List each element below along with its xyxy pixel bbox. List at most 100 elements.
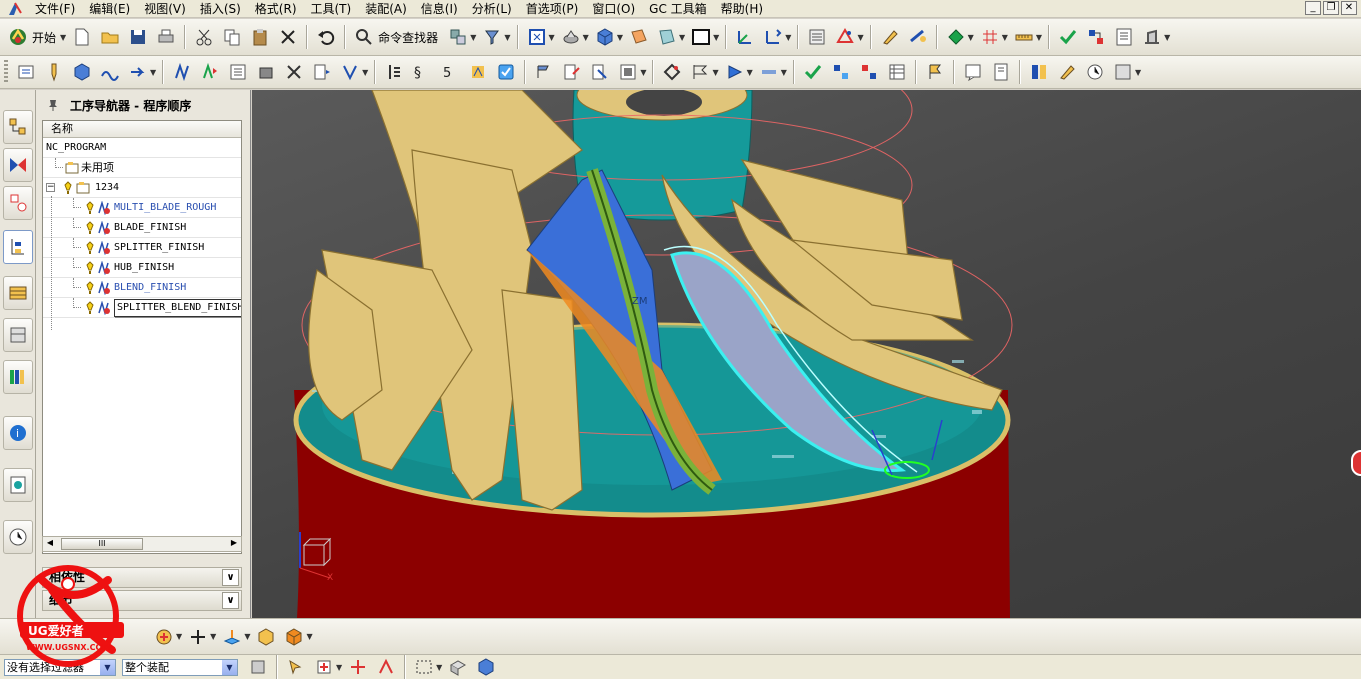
list-toolpath-icon[interactable] — [226, 60, 250, 84]
create-operation-icon[interactable] — [126, 60, 150, 84]
background-icon[interactable] — [689, 25, 713, 49]
new-file-icon[interactable] — [70, 25, 94, 49]
wcs-icon[interactable] — [733, 25, 757, 49]
workshop-doc-icon[interactable] — [338, 60, 362, 84]
tool-path-edit-icon[interactable] — [560, 60, 584, 84]
replay-toolpath-icon[interactable] — [198, 60, 222, 84]
copy-icon[interactable] — [220, 25, 244, 49]
operation-row[interactable]: MULTI_BLADE_ROUGH — [43, 198, 241, 218]
postprocess-icon[interactable] — [310, 60, 334, 84]
reorder-icon[interactable] — [857, 60, 881, 84]
operation-row[interactable]: BLADE_FINISH — [43, 218, 241, 238]
shaded-cube-icon[interactable] — [593, 25, 617, 49]
menu-insert[interactable]: 插入(S) — [193, 0, 248, 18]
general-selection-icon[interactable] — [284, 655, 308, 679]
edit-object-icon[interactable] — [878, 25, 902, 49]
snap-point-icon[interactable] — [346, 655, 370, 679]
shop-docs-icon[interactable] — [1112, 25, 1136, 49]
scroll-thumb[interactable]: III — [61, 538, 143, 550]
point-selection-icon[interactable] — [312, 655, 336, 679]
menu-edit[interactable]: 编辑(E) — [82, 0, 137, 18]
operation-navigator-tab[interactable] — [3, 230, 33, 264]
machine-tool-icon[interactable] — [1140, 25, 1164, 49]
unused-items-row[interactable]: 未用项 — [43, 158, 241, 178]
selection-scope-combo[interactable]: 整个装配 ▼ — [122, 658, 238, 676]
measure-icon[interactable] — [906, 25, 930, 49]
open-folder-icon[interactable] — [98, 25, 122, 49]
menu-assembly[interactable]: 装配(A) — [358, 0, 414, 18]
column-header-name[interactable]: 名称 — [43, 121, 241, 138]
tool-db-icon[interactable] — [1055, 60, 1079, 84]
assembly-select-icon[interactable] — [246, 655, 270, 679]
start-button-icon[interactable] — [6, 25, 30, 49]
scroll-right-arrow-icon[interactable]: ▶ — [228, 538, 240, 547]
layer-icon[interactable] — [805, 25, 829, 49]
machining-feature-navigator-tab[interactable] — [3, 318, 33, 352]
gouge-check-icon[interactable] — [757, 60, 781, 84]
hd3d-tools-tab[interactable]: i — [3, 416, 33, 450]
create-program-icon[interactable] — [14, 60, 38, 84]
pin-icon[interactable] — [46, 98, 60, 112]
tree-horizontal-scrollbar[interactable]: ◀ III ▶ — [42, 536, 242, 552]
nx-app-icon[interactable] — [6, 1, 24, 17]
part-navigator-tab[interactable] — [3, 186, 33, 220]
menu-tools[interactable]: 工具(T) — [304, 0, 359, 18]
orient-view-icon[interactable] — [559, 25, 583, 49]
library-icon[interactable] — [1027, 60, 1051, 84]
time-icon[interactable] — [1083, 60, 1107, 84]
collapse-toggle-icon[interactable]: − — [46, 183, 55, 192]
dock-handle-button[interactable] — [1351, 450, 1361, 476]
snap-point-icon[interactable] — [944, 25, 968, 49]
menu-preferences[interactable]: 首选项(P) — [519, 0, 586, 18]
chevron-down-icon[interactable]: ∨ — [222, 569, 239, 586]
curve-rule-icon[interactable] — [374, 655, 398, 679]
constraint-navigator-tab[interactable] — [3, 148, 33, 182]
simulate-icon[interactable] — [282, 60, 306, 84]
report-icon[interactable] — [989, 60, 1013, 84]
operation-row[interactable]: BLEND_FINISH — [43, 278, 241, 298]
generate-toolpath-icon[interactable] — [170, 60, 194, 84]
snap-options-icon[interactable] — [152, 625, 176, 649]
history-tab[interactable] — [3, 520, 33, 554]
fit-view-icon[interactable] — [525, 25, 549, 49]
cut-icon[interactable] — [192, 25, 216, 49]
sketch-icon[interactable] — [833, 25, 857, 49]
restore-button[interactable]: ❐ — [1323, 1, 1339, 15]
face-icon[interactable] — [655, 25, 679, 49]
body-select-icon[interactable] — [474, 655, 498, 679]
command-finder-button[interactable]: 命令查找器 — [378, 29, 438, 46]
machine-tool-navigator-tab[interactable] — [3, 276, 33, 310]
display-flag-icon[interactable] — [688, 60, 712, 84]
grid-icon[interactable] — [978, 25, 1002, 49]
paste-icon[interactable] — [248, 25, 272, 49]
start-button[interactable]: 开始 — [32, 29, 56, 46]
selection-icon[interactable] — [446, 25, 470, 49]
undo-icon[interactable] — [314, 25, 338, 49]
method-view-icon[interactable] — [466, 60, 490, 84]
operation-navigator-icon[interactable] — [1084, 25, 1108, 49]
operation-row[interactable]: HUB_FINISH — [43, 258, 241, 278]
program-order-view-icon[interactable] — [382, 60, 406, 84]
verify-icon[interactable] — [1056, 25, 1080, 49]
menu-information[interactable]: 信息(I) — [414, 0, 465, 18]
dropdown-arrow-icon[interactable]: ▼ — [222, 659, 237, 675]
menu-gc-toolkit[interactable]: GC 工具箱 — [642, 0, 714, 18]
menu-window[interactable]: 窗口(O) — [585, 0, 642, 18]
wireframe-box-icon[interactable] — [282, 625, 306, 649]
command-finder-icon[interactable] — [352, 25, 376, 49]
chevron-down-icon[interactable]: ∨ — [222, 592, 239, 609]
close-button[interactable]: ✕ — [1341, 1, 1357, 15]
minimize-button[interactable]: _ — [1305, 1, 1321, 15]
solid-body-icon[interactable] — [254, 625, 278, 649]
display-toolpath-icon[interactable] — [660, 60, 684, 84]
geometry-view-icon[interactable]: 5 — [438, 60, 462, 84]
print-icon[interactable] — [154, 25, 178, 49]
machine-tool-view-icon[interactable]: § — [410, 60, 434, 84]
menu-analysis[interactable]: 分析(L) — [465, 0, 519, 18]
save-icon[interactable] — [126, 25, 150, 49]
create-geometry-icon[interactable] — [70, 60, 94, 84]
cutter-motion-icon[interactable] — [723, 60, 747, 84]
compare-icon[interactable] — [1111, 60, 1135, 84]
assembly-navigator-tab[interactable] — [3, 110, 33, 144]
menu-file[interactable]: 文件(F) — [28, 0, 82, 18]
